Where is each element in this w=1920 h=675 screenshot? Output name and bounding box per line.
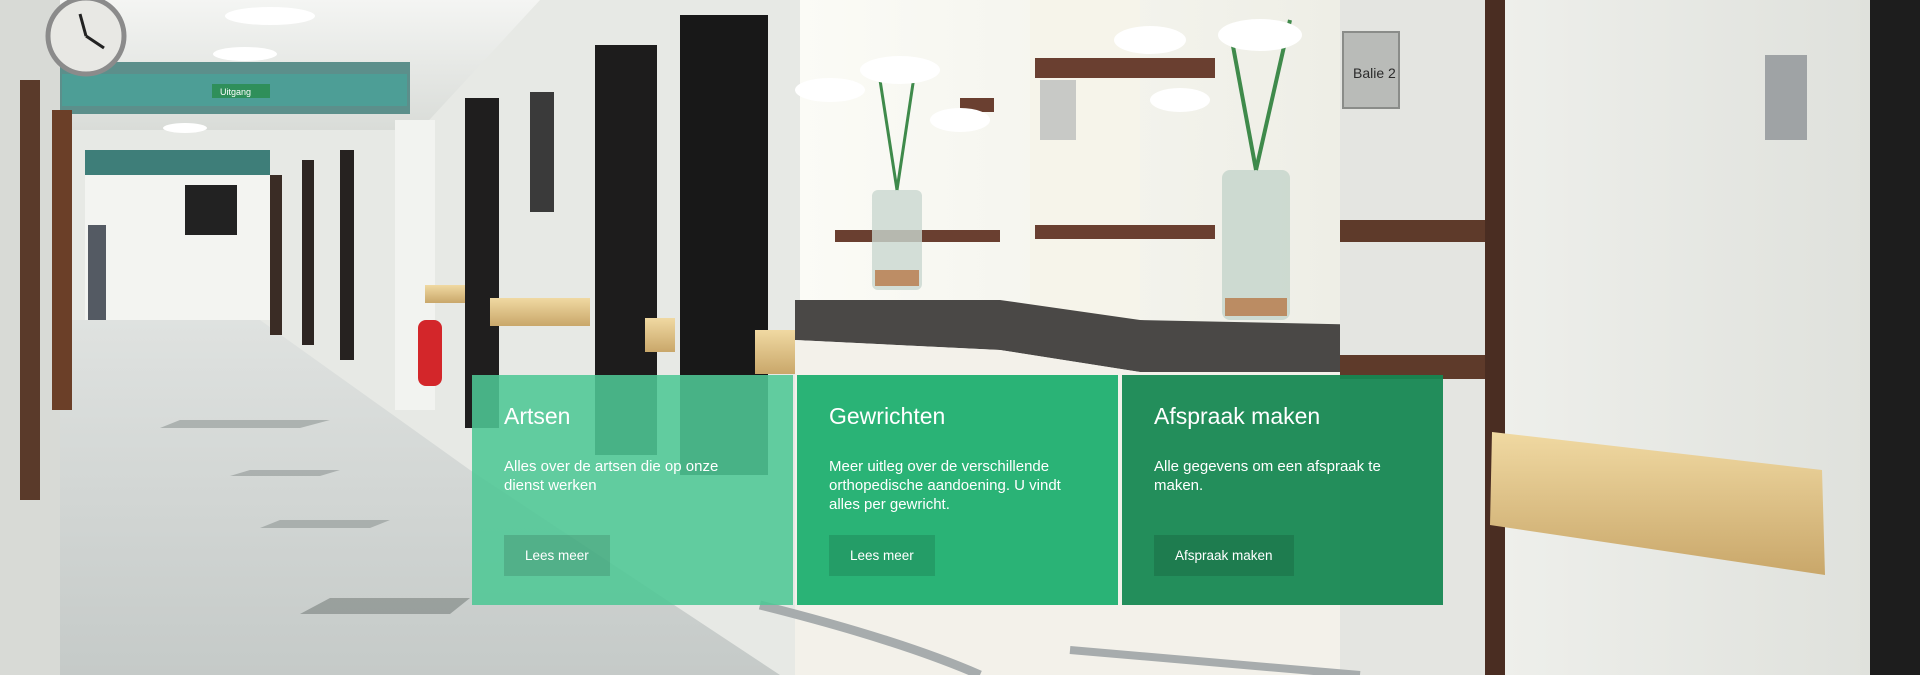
card-afspraak: Afspraak maken Alle gegevens om een afsp… bbox=[1122, 375, 1443, 605]
card-gewrichten: Gewrichten Meer uitleg over de verschill… bbox=[797, 375, 1118, 605]
svg-text:Balie 2: Balie 2 bbox=[1353, 65, 1396, 81]
lees-meer-gewrichten-button[interactable]: Lees meer bbox=[829, 535, 935, 576]
svg-text:Uitgang: Uitgang bbox=[220, 87, 251, 97]
card-text: Alle gegevens om een afspraak te maken. bbox=[1154, 457, 1381, 494]
hero-banner: Uitgang Balie 2 Artsen Alles over de art… bbox=[0, 0, 1920, 675]
lees-meer-artsen-button[interactable]: Lees meer bbox=[504, 535, 610, 576]
card-title: Artsen bbox=[504, 403, 571, 429]
card-title: Gewrichten bbox=[829, 403, 946, 429]
card-text: Alles over de artsen die op onze dienst … bbox=[504, 457, 719, 494]
card-title: Afspraak maken bbox=[1154, 403, 1321, 429]
card-row: Artsen Alles over de artsen die op onze … bbox=[472, 375, 1443, 605]
card-text: Meer uitleg over de verschillende orthop… bbox=[829, 457, 1061, 513]
card-artsen: Artsen Alles over de artsen die op onze … bbox=[472, 375, 793, 605]
afspraak-maken-button[interactable]: Afspraak maken bbox=[1154, 535, 1294, 576]
